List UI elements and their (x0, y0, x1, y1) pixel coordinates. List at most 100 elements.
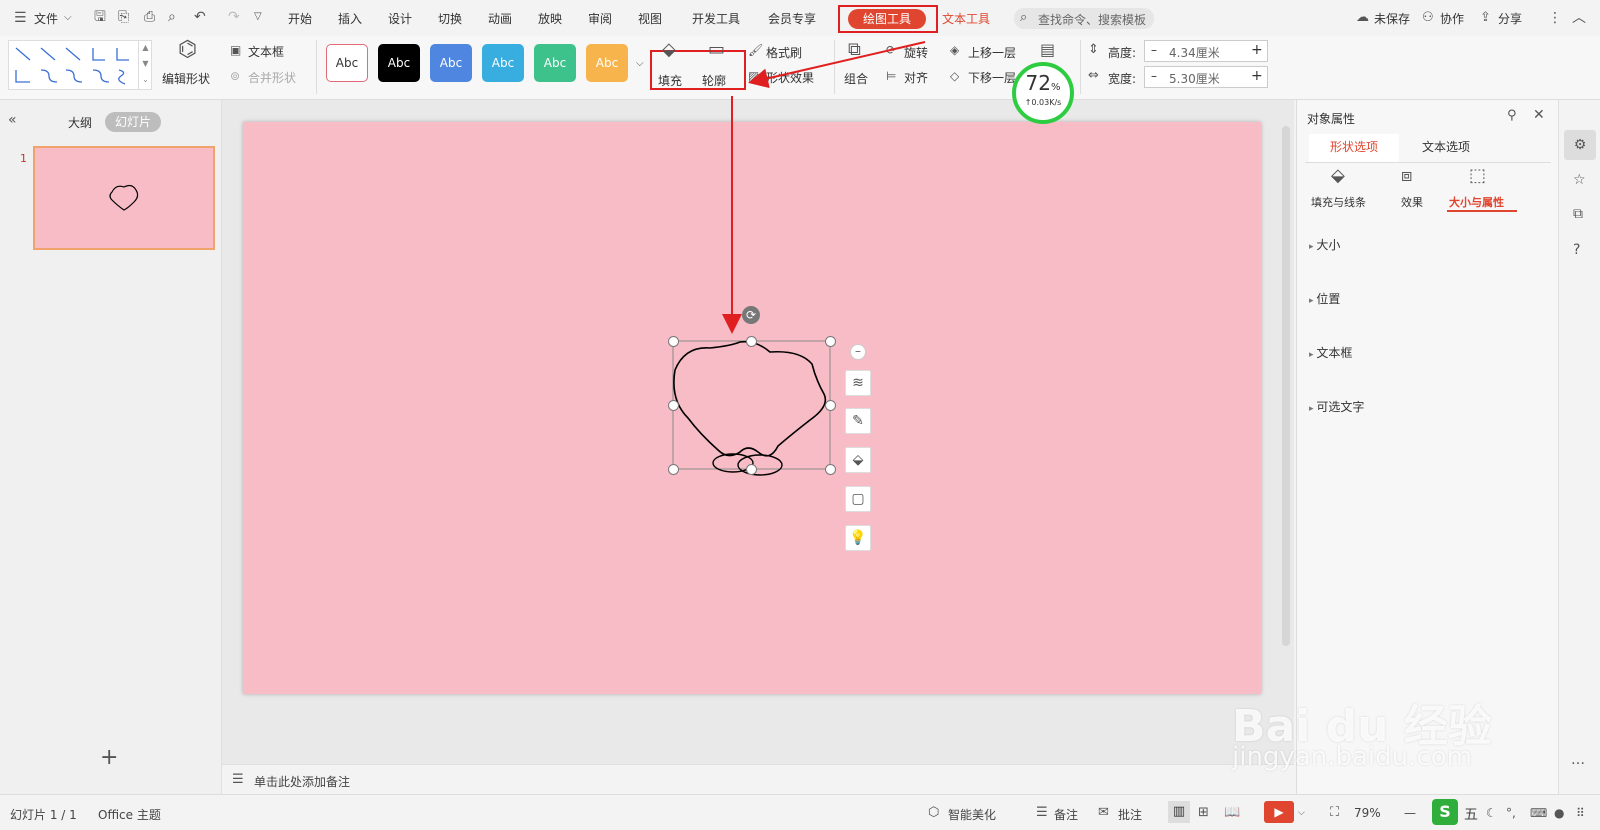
search-box[interactable]: ⌕ 查找命令、搜索模板 (1014, 8, 1154, 29)
pin-icon[interactable]: ⚲ (1507, 108, 1517, 124)
resize-handle[interactable] (746, 336, 757, 347)
resize-handle[interactable] (668, 464, 679, 475)
comments-button[interactable]: 批注 (1118, 806, 1142, 823)
tab-animation[interactable]: 动画 (488, 10, 512, 27)
collapse-ribbon-icon[interactable]: ︿ (1572, 10, 1586, 26)
smart-beautify-button[interactable]: 智能美化 (948, 806, 996, 823)
print-preview-icon[interactable]: ⌕ (168, 9, 176, 25)
panel-title[interactable]: 对象属性 (1307, 110, 1355, 127)
notes-bar[interactable]: ☰ 单击此处添加备注 (222, 764, 1294, 794)
rotate-button[interactable]: 旋转 (904, 44, 928, 61)
slide-thumbnail[interactable] (33, 146, 215, 250)
collab-button[interactable]: 协作 (1440, 10, 1464, 27)
fit-window-icon[interactable]: ⛶ (1330, 805, 1339, 821)
customize-icon[interactable]: ▽ (254, 9, 262, 25)
resize-handle[interactable] (825, 400, 836, 411)
shape-style-3[interactable]: Abc (430, 44, 472, 82)
help-icon[interactable]: ? (1573, 242, 1580, 258)
tab-view[interactable]: 视图 (638, 10, 662, 27)
freeform-shape[interactable] (660, 300, 860, 490)
user-icon[interactable]: ● (1554, 805, 1564, 821)
moon-icon[interactable]: ☾ (1486, 805, 1497, 821)
tab-insert[interactable]: 插入 (338, 10, 362, 27)
shape-style-2[interactable]: Abc (378, 44, 420, 82)
theme-name[interactable]: Office 主题 (98, 806, 161, 823)
tab-text-options[interactable]: 文本选项 (1401, 134, 1491, 162)
subtab-fill-line[interactable]: 填充与线条 (1311, 194, 1366, 210)
tab-outline[interactable]: 大纲 (68, 114, 92, 131)
add-slide-icon[interactable]: + (100, 747, 118, 769)
bring-forward-button[interactable]: 上移一层 (968, 44, 1016, 61)
notes-button[interactable]: 备注 (1054, 806, 1078, 823)
tab-transition[interactable]: 切换 (438, 10, 462, 27)
punctuation-icon[interactable]: °, (1506, 805, 1516, 821)
resize-handle[interactable] (668, 400, 679, 411)
outline-button[interactable]: 轮廓 (702, 72, 726, 89)
more-options-icon[interactable]: … (1571, 752, 1585, 768)
more-icon[interactable]: ⋮ (1548, 10, 1562, 26)
vertical-scrollbar[interactable] (1282, 126, 1290, 646)
height-field[interactable]: – 4.34厘米 + (1144, 40, 1268, 62)
gallery-scroll[interactable]: ▲ ▼ ⌄ (138, 40, 152, 90)
zoom-level[interactable]: 79% (1354, 806, 1381, 820)
tab-design[interactable]: 设计 (388, 10, 412, 27)
section-size[interactable]: ▸ 大小 (1309, 236, 1340, 253)
section-textbox[interactable]: ▸ 文本框 (1309, 344, 1352, 361)
tab-review[interactable]: 审阅 (588, 10, 612, 27)
textbox-button[interactable]: 文本框 (248, 43, 284, 60)
resize-handle[interactable] (668, 336, 679, 347)
unsaved-status[interactable]: 未保存 (1374, 10, 1410, 27)
reading-view-icon[interactable]: 📖 (1224, 805, 1240, 821)
selection-pane-icon[interactable]: ▤ (1040, 42, 1055, 58)
section-alt-text[interactable]: ▸ 可选文字 (1309, 398, 1364, 415)
tab-home[interactable]: 开始 (288, 10, 312, 27)
tab-member[interactable]: 会员专享 (768, 10, 816, 27)
tab-developer[interactable]: 开发工具 (692, 10, 740, 27)
performance-indicator[interactable]: 72% ↑0.03K/s (1012, 62, 1074, 124)
rotate-handle-icon[interactable]: ⟳ (742, 306, 760, 324)
search-input[interactable]: 查找命令、搜索模板 (1038, 11, 1146, 28)
normal-view-icon[interactable]: ▥ (1168, 801, 1190, 823)
grid-view-icon[interactable]: ⊞ (1198, 805, 1209, 821)
resize-handle[interactable] (825, 336, 836, 347)
layers-button[interactable]: ≋ (845, 370, 871, 396)
tab-slides[interactable]: 幻灯片 (105, 112, 161, 132)
fill-button[interactable]: 填充 (658, 72, 682, 89)
shape-style-6[interactable]: Abc (586, 44, 628, 82)
collapse-panel-icon[interactable]: « (8, 112, 17, 128)
share-button[interactable]: 分享 (1498, 10, 1522, 27)
style-gallery-expand-icon[interactable]: ⌵ (636, 56, 644, 72)
play-options-icon[interactable]: ⌵ (1298, 805, 1305, 821)
merge-shape-button[interactable]: 合并形状 (248, 69, 296, 86)
hamburger-icon[interactable]: ☰ (14, 10, 27, 26)
subtab-effects[interactable]: 效果 (1401, 194, 1423, 210)
redo-icon[interactable]: ↷ (228, 9, 240, 25)
height-increment[interactable]: + (1251, 42, 1263, 58)
properties-toggle-icon[interactable]: ⚙ (1564, 130, 1596, 160)
zoom-out-button[interactable]: — (1404, 806, 1416, 820)
star-icon[interactable]: ☆ (1573, 172, 1586, 188)
tab-text-tools[interactable]: 文本工具 (942, 10, 990, 27)
width-decrement[interactable]: – (1151, 69, 1157, 83)
width-field[interactable]: – 5.30厘米 + (1144, 66, 1268, 88)
resize-handle[interactable] (746, 464, 757, 475)
ime-logo-icon[interactable]: S (1432, 799, 1458, 825)
print-icon[interactable]: ⎙ (144, 9, 155, 25)
notes-placeholder[interactable]: 单击此处添加备注 (254, 773, 350, 790)
outline-style-button[interactable]: ✎ (845, 408, 871, 434)
group-button[interactable]: 组合 (844, 70, 868, 87)
export-icon[interactable]: ⎘ (118, 9, 129, 25)
chevron-down-icon[interactable]: ⌵ (64, 10, 72, 26)
fill-style-button[interactable]: ⬙ (845, 447, 871, 473)
keyboard-icon[interactable]: ⌨ (1530, 805, 1547, 821)
height-input[interactable]: 4.34厘米 (1169, 44, 1247, 61)
tab-shape-options[interactable]: 形状选项 (1309, 134, 1399, 162)
resize-handle[interactable] (825, 464, 836, 475)
line-shapes-gallery[interactable] (8, 40, 152, 90)
close-icon[interactable]: ✕ (1533, 107, 1545, 123)
file-menu[interactable]: 文件 (34, 10, 58, 27)
undo-icon[interactable]: ↶ (194, 9, 206, 25)
shape-style-4[interactable]: Abc (482, 44, 524, 82)
shape-effects-button[interactable]: 形状效果 (766, 69, 814, 86)
send-backward-button[interactable]: 下移一层 (968, 69, 1016, 86)
